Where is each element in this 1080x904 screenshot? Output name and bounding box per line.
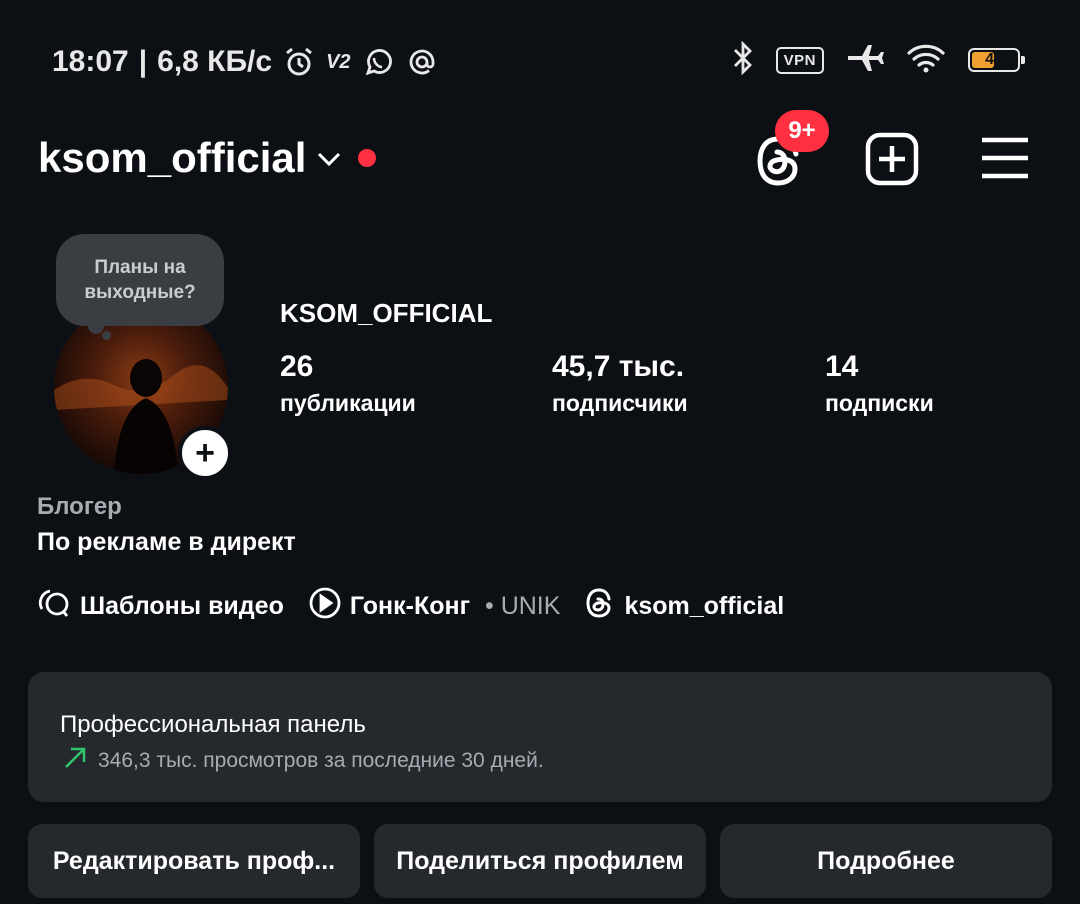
more-button[interactable]: Подробнее (720, 824, 1052, 898)
share-profile-button[interactable]: Поделиться профилем (374, 824, 706, 898)
display-name: KSOM_OFFICIAL (280, 298, 493, 328)
profile-links: Шаблоны видео Гонк-Конг • UNIK ksom_offi… (36, 586, 784, 626)
following-count: 14 (825, 350, 859, 383)
alarm-icon (282, 45, 316, 79)
music-title: Гонк-Конг (349, 591, 471, 620)
bluetooth-icon (732, 40, 754, 80)
share-profile-label: Поделиться профилем (396, 846, 684, 875)
status-bar-right: VPN 49 (732, 40, 1025, 80)
note-bubble-tail-small (102, 331, 111, 340)
followers-count: 45,7 тыс. (552, 350, 685, 383)
note-bubble[interactable]: Планы на выходные? (56, 234, 224, 326)
dashboard-views: 346,3 тыс. просмотров за последние 30 дн… (98, 749, 544, 772)
notification-badge: 9+ (775, 110, 829, 152)
v2-icon: V2 (326, 50, 351, 73)
whatsapp-icon (361, 45, 395, 79)
clock: 18:07 (52, 45, 129, 78)
more-label: Подробнее (817, 846, 955, 875)
airplane-icon (846, 43, 884, 78)
dashboard-title: Профессиональная панель (60, 711, 366, 738)
profile-category: Блогер (37, 493, 122, 520)
profile-bio: По рекламе в директ (37, 528, 296, 556)
trend-up-icon (62, 745, 88, 777)
chevron-down-icon[interactable] (316, 146, 342, 177)
threads-handle: ksom_official (624, 591, 785, 620)
status-bar-left: 18:07 | 6,8 КБ/с V2 (52, 42, 439, 82)
threads-link[interactable]: ksom_official (584, 586, 784, 627)
battery-icon: 49 (968, 48, 1025, 72)
edit-profile-button[interactable]: Редактировать проф... (28, 824, 360, 898)
following-stat[interactable]: 14 подписки (825, 350, 934, 417)
threads-icon (584, 586, 616, 627)
network-speed: 6,8 КБ/с (157, 45, 273, 78)
following-label: подписки (825, 390, 934, 416)
status-dot (358, 149, 376, 167)
music-artist: UNIK (500, 591, 561, 620)
music-link[interactable]: Гонк-Конг • UNIK (308, 586, 561, 627)
create-post-button[interactable] (864, 131, 920, 187)
templates-icon (36, 587, 72, 626)
video-templates-label: Шаблоны видео (80, 591, 284, 620)
add-story-button[interactable]: + (178, 426, 232, 480)
posts-label: публикации (280, 390, 416, 416)
dashboard-subtitle: 346,3 тыс. просмотров за последние 30 дн… (62, 745, 544, 777)
wifi-icon (906, 42, 946, 79)
followers-stat[interactable]: 45,7 тыс. подписчики (552, 350, 688, 417)
play-icon (308, 586, 342, 627)
posts-count: 26 (280, 350, 314, 383)
video-templates-link[interactable]: Шаблоны видео (36, 587, 284, 626)
at-icon (405, 45, 439, 79)
account-switcher[interactable]: ksom_official (38, 134, 306, 182)
note-text: Планы на выходные? (84, 257, 196, 303)
battery-level: 49 (985, 51, 1003, 68)
status-separator: | (138, 45, 148, 78)
menu-icon[interactable] (980, 136, 1030, 180)
posts-stat[interactable]: 26 публикации (280, 350, 416, 417)
followers-label: подписчики (552, 390, 688, 416)
vpn-icon: VPN (775, 46, 824, 74)
music-separator: • (478, 591, 501, 620)
edit-profile-label: Редактировать проф... (52, 846, 336, 875)
